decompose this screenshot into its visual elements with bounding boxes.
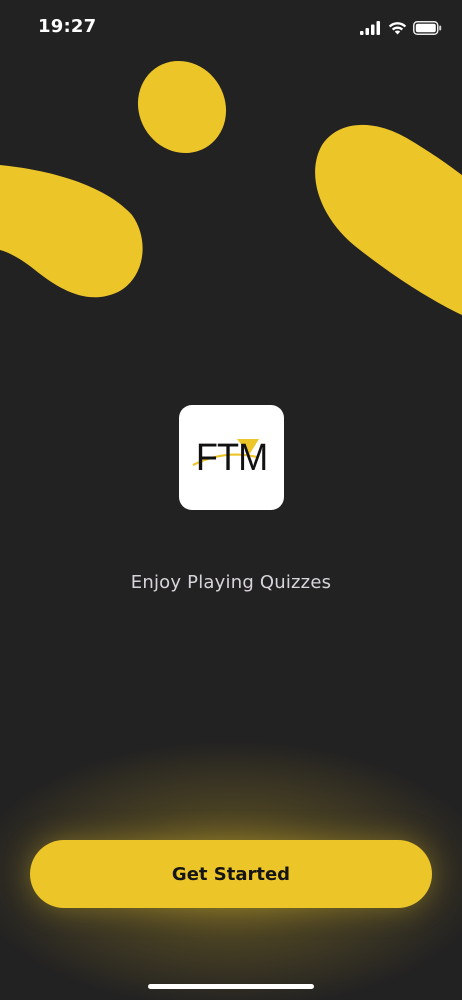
right-blob xyxy=(315,124,462,316)
app-logo: FTM xyxy=(179,405,284,510)
left-blob xyxy=(0,165,143,298)
cellular-signal-icon xyxy=(360,21,380,35)
wifi-icon xyxy=(388,22,407,35)
status-time: 19:27 xyxy=(38,16,97,37)
onboarding-screen: 19:27 FTM Enjoy Playing Quizzes Get Star… xyxy=(0,0,462,1000)
tagline: Enjoy Playing Quizzes xyxy=(130,572,332,593)
logo-text: FTM xyxy=(195,436,268,479)
status-icons xyxy=(360,18,442,38)
get-started-button[interactable]: Get Started xyxy=(30,840,432,908)
home-indicator[interactable] xyxy=(148,984,314,989)
status-bar: 19:27 xyxy=(0,0,462,56)
top-oval-blob xyxy=(137,60,227,154)
battery-icon xyxy=(413,21,442,35)
